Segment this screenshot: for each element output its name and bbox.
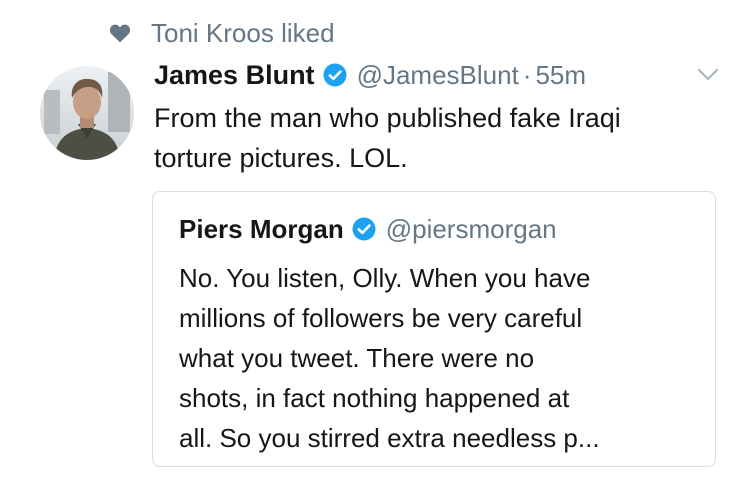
quoted-tweet-header: Piers Morgan @piersmorgan [179, 210, 557, 248]
heart-icon [109, 24, 131, 43]
social-context: Toni Kroos liked [108, 16, 335, 50]
author-handle[interactable]: @JamesBlunt [357, 60, 519, 91]
verified-badge-icon [323, 63, 347, 87]
avatar[interactable] [40, 66, 134, 160]
social-context-text[interactable]: Toni Kroos liked [151, 18, 335, 49]
verified-badge-icon [352, 217, 376, 241]
quoted-tweet-card[interactable]: Piers Morgan @piersmorgan No. You listen… [152, 191, 716, 467]
author-name[interactable]: James Blunt [154, 60, 315, 91]
quoted-author-name: Piers Morgan [179, 213, 344, 244]
quoted-author-handle: @piersmorgan [385, 213, 557, 244]
avatar-image [40, 66, 134, 160]
chevron-down-icon[interactable] [696, 66, 720, 84]
tweet-timestamp[interactable]: 55m [535, 60, 586, 91]
tweet-header: James Blunt @JamesBlunt · 55m [154, 56, 586, 94]
separator-dot: · [522, 59, 532, 90]
tweet-text: From the man who published fake Iraqi to… [154, 103, 621, 173]
quoted-tweet-text: No. You listen, Olly. When you have mill… [179, 263, 600, 453]
